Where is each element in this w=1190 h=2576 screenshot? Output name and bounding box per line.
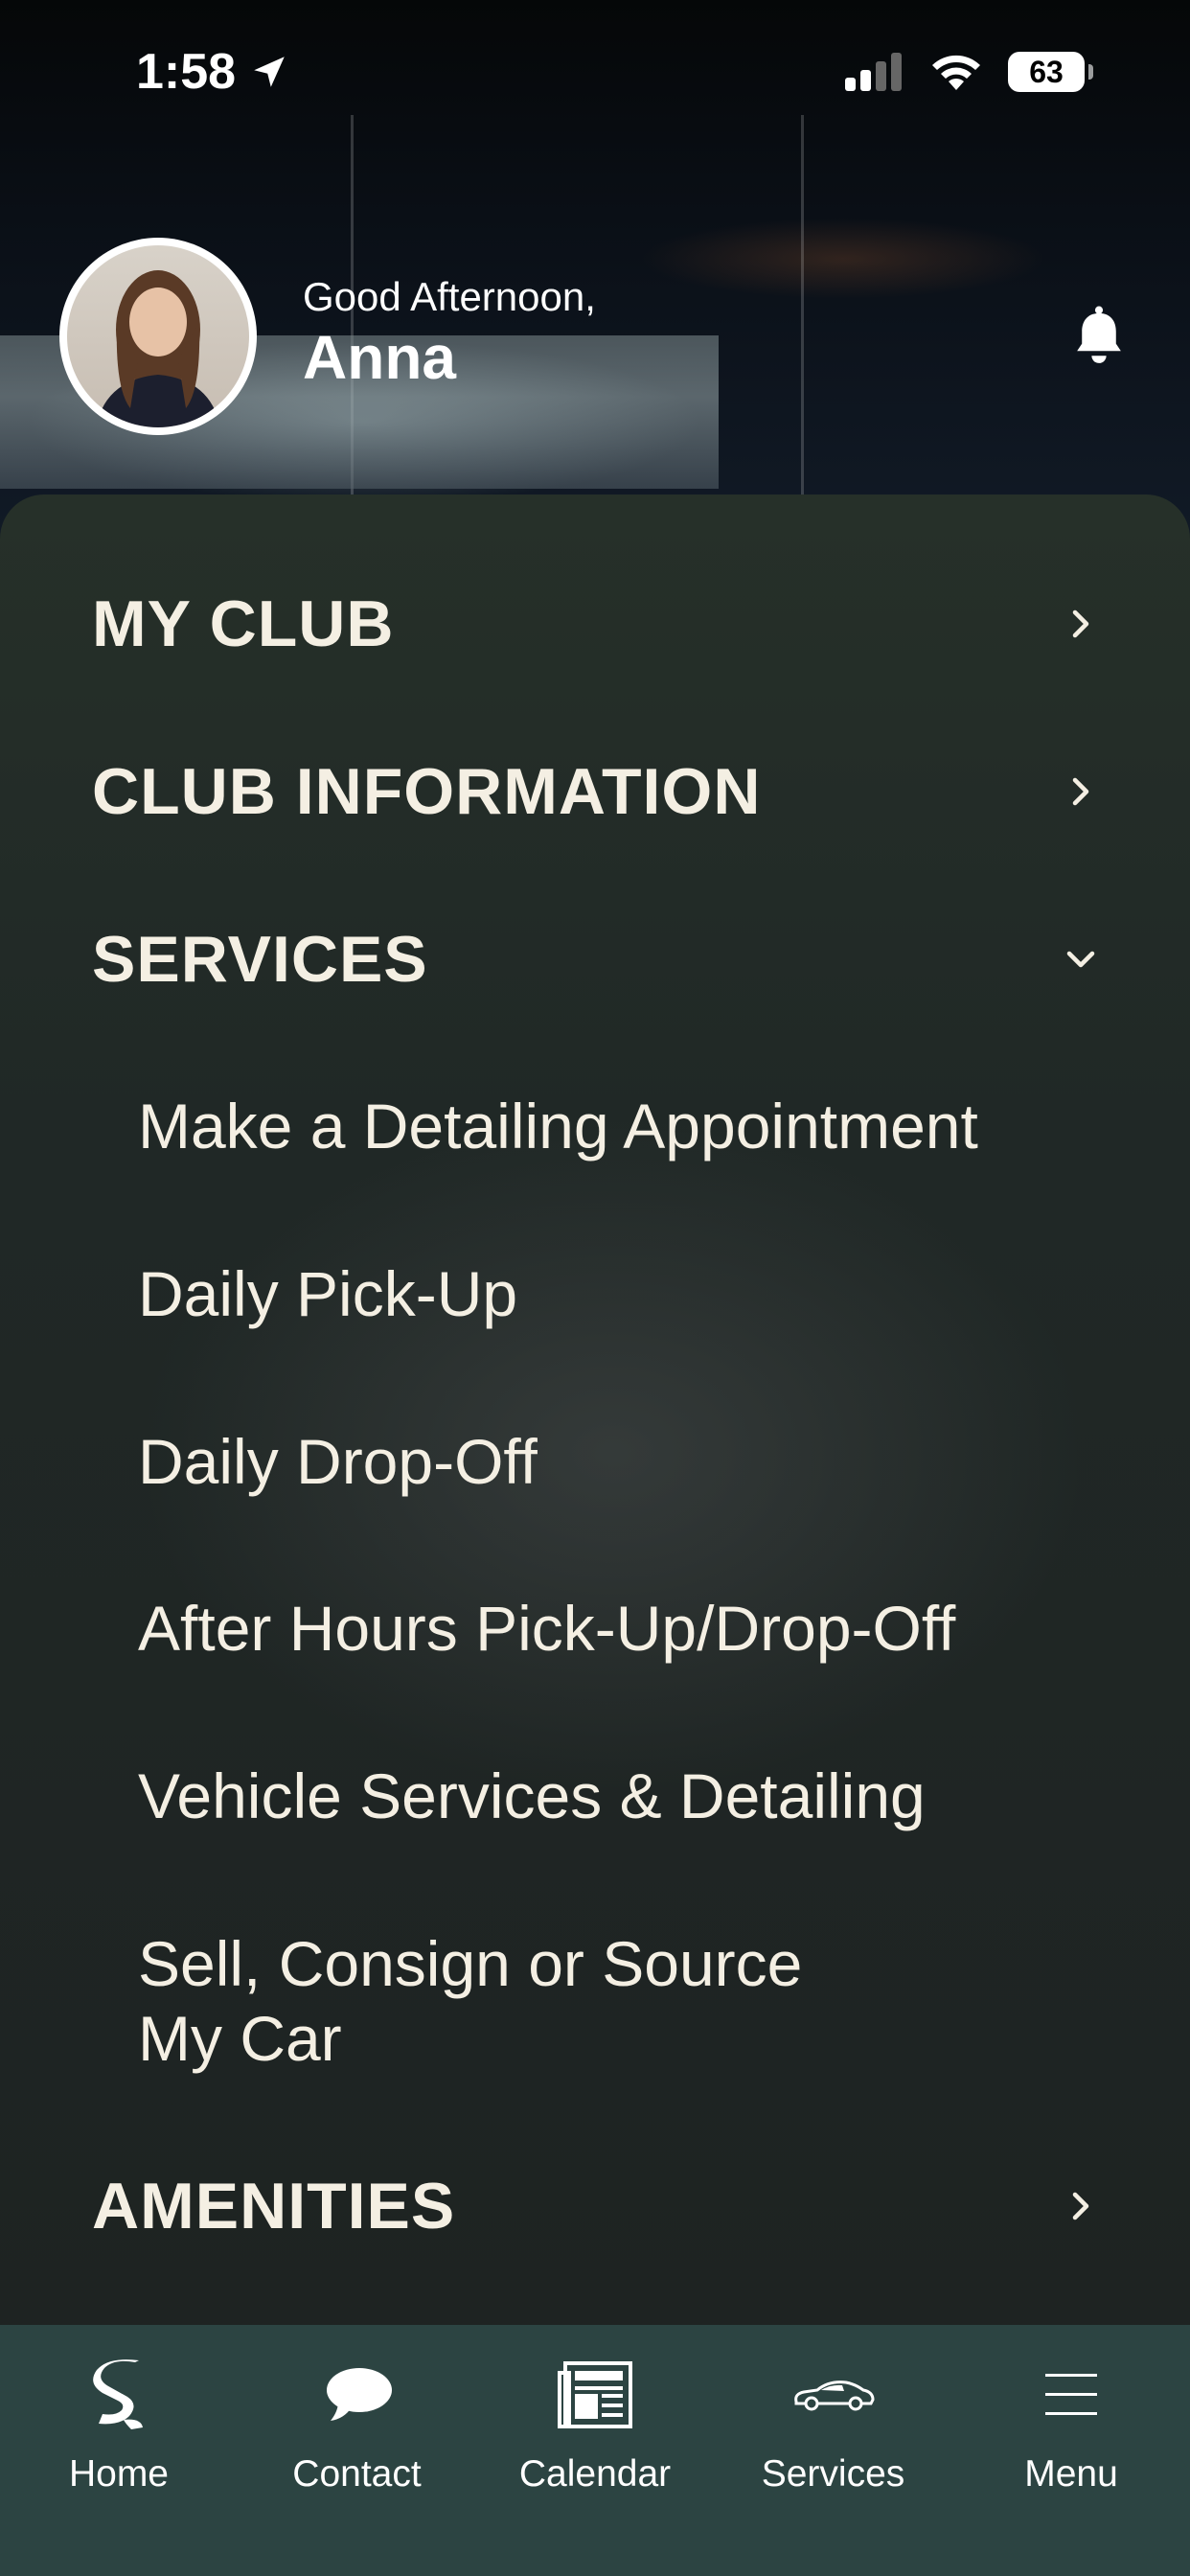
menu-section-label: CLUB INFORMATION — [92, 755, 762, 828]
menu-section-club-information[interactable]: CLUB INFORMATION — [92, 754, 1098, 829]
tab-services[interactable]: Services — [738, 2340, 929, 2576]
app-screen: 1:58 63 Good Afternoon, Anna MY CLUB CLU… — [0, 0, 1190, 2576]
greeting-text: Good Afternoon, — [303, 274, 596, 319]
location-arrow-icon — [254, 57, 285, 87]
logo-s-icon — [93, 2359, 143, 2429]
chevron-right-icon — [1072, 2192, 1089, 2220]
newspaper-icon — [558, 2361, 632, 2428]
tab-menu[interactable]: Menu — [975, 2340, 1167, 2576]
cellular-signal-icon — [845, 53, 902, 91]
menu-section-amenities[interactable]: AMENITIES — [92, 2169, 1098, 2243]
person-portrait-icon — [96, 270, 220, 427]
tab-contact[interactable]: Contact — [262, 2340, 453, 2576]
services-item-daily-pick-up[interactable]: Daily Pick-Up — [138, 1256, 1113, 1331]
avatar[interactable] — [59, 238, 257, 435]
menu-section-services[interactable]: SERVICES — [92, 922, 1098, 997]
menu-section-label: AMENITIES — [92, 2170, 456, 2242]
tab-label: Contact — [292, 2453, 422, 2495]
services-item-vehicle-services[interactable]: Vehicle Services & Detailing — [138, 1759, 1113, 1833]
avatar-photo — [67, 245, 249, 427]
glass-pane-line — [801, 115, 804, 498]
hamburger-icon — [1045, 2374, 1097, 2415]
services-item-after-hours[interactable]: After Hours Pick-Up/Drop-Off — [138, 1591, 1113, 1666]
chevron-right-icon — [1072, 610, 1089, 638]
menu-section-label: MY CLUB — [92, 587, 395, 660]
battery-indicator: 63 — [1008, 52, 1093, 92]
menu-section-my-club[interactable]: MY CLUB — [92, 586, 1098, 661]
tab-label: Home — [68, 2453, 170, 2495]
tab-label: Calendar — [518, 2453, 672, 2495]
user-name: Anna — [303, 323, 456, 392]
services-item-daily-drop-off[interactable]: Daily Drop-Off — [138, 1424, 1113, 1499]
tab-label: Services — [761, 2453, 905, 2495]
car-icon — [793, 2380, 875, 2411]
bell-icon[interactable] — [1069, 305, 1129, 368]
chevron-right-icon — [1072, 777, 1089, 806]
greeting-block: Good Afternoon, Anna — [303, 274, 596, 393]
wifi-icon — [932, 55, 980, 90]
chevron-down-icon — [1066, 951, 1095, 968]
tab-home[interactable]: Home — [23, 2340, 215, 2576]
menu-section-label: SERVICES — [92, 923, 428, 996]
services-item-sell-consign[interactable]: Sell, Consign or Source My Car — [138, 1926, 903, 2076]
bottom-tab-bar: Home Contact Calendar Services Menu — [0, 2325, 1190, 2576]
chat-bubble-icon — [326, 2368, 392, 2421]
tab-label: Menu — [1024, 2453, 1118, 2495]
tab-calendar[interactable]: Calendar — [499, 2340, 691, 2576]
services-item-detailing-appointment[interactable]: Make a Detailing Appointment — [138, 1089, 1113, 1163]
battery-level: 63 — [1029, 54, 1064, 89]
status-indicators: 63 — [845, 52, 1093, 92]
status-bar: 1:58 63 — [0, 0, 1190, 144]
status-time: 1:58 — [136, 44, 237, 100]
status-time-group: 1:58 — [136, 43, 289, 101]
